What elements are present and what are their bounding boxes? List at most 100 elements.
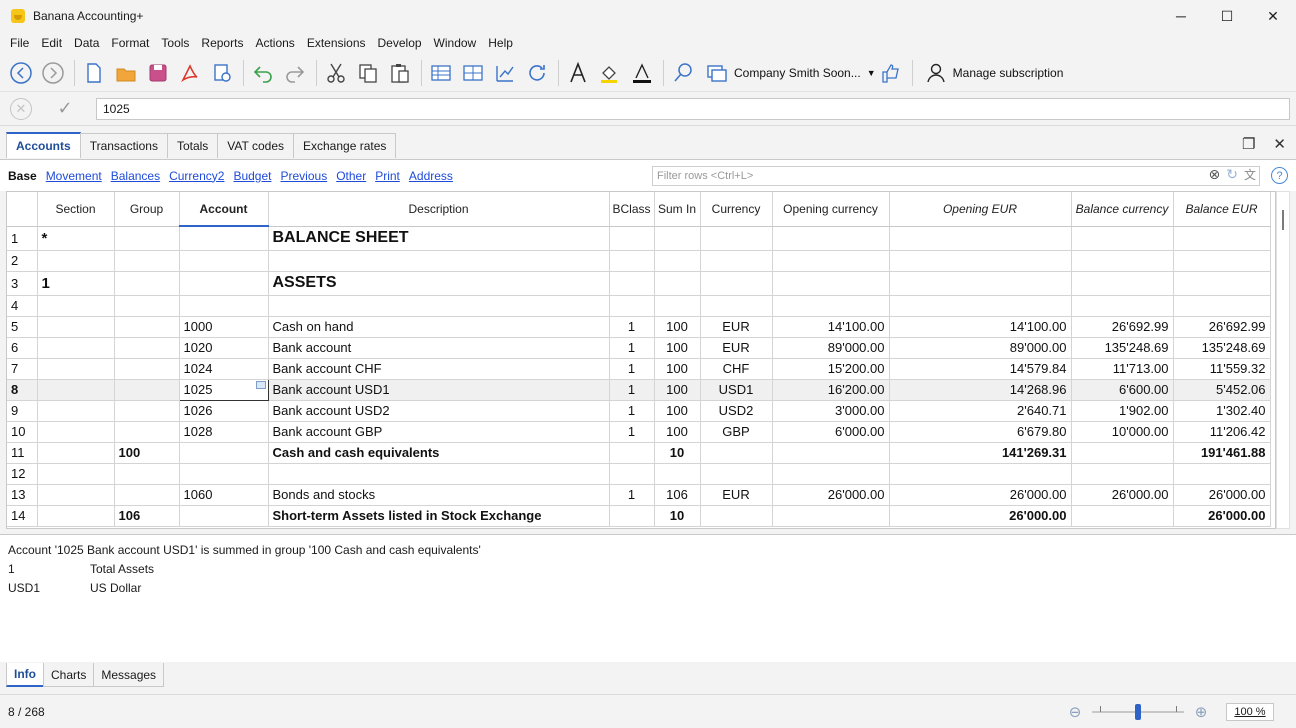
tab-charts[interactable]: Charts <box>43 663 95 687</box>
cell-opening-currency[interactable] <box>772 442 890 464</box>
add-rows-icon[interactable] <box>458 58 488 88</box>
cell-opening-currency[interactable]: 3'000.00 <box>772 400 890 422</box>
forward-icon[interactable] <box>38 58 68 88</box>
view-base[interactable]: Base <box>8 169 37 183</box>
cell-description[interactable]: ASSETS <box>268 271 610 296</box>
cell-opening-eur[interactable] <box>889 250 1072 272</box>
clear-filter-icon[interactable]: ⊗ <box>1209 166 1221 183</box>
cell-balance-eur[interactable]: 11'559.32 <box>1173 358 1271 380</box>
manage-subscription-button[interactable]: Manage subscription <box>921 58 1063 88</box>
undo-icon[interactable] <box>248 58 278 88</box>
cell-currency[interactable]: EUR <box>700 484 773 506</box>
cell-opening-eur[interactable]: 26'000.00 <box>889 505 1072 527</box>
cell-balance-currency[interactable]: 26'692.99 <box>1071 316 1174 338</box>
zoom-in-icon[interactable]: ⊕ <box>1192 703 1210 721</box>
table-row[interactable]: 7 1024 Bank account CHF 1 100 CHF 15'200… <box>7 358 1271 380</box>
cell-section[interactable] <box>37 421 115 443</box>
cell-opening-currency[interactable]: 14'100.00 <box>772 316 890 338</box>
confirm-edit-icon[interactable]: ✓ <box>54 98 76 120</box>
cell-account[interactable] <box>179 295 269 317</box>
tab-vat-codes[interactable]: VAT codes <box>217 133 294 158</box>
close-window-button[interactable]: ✕ <box>1250 0 1296 32</box>
column-header-sum-in[interactable]: Sum In <box>654 192 701 227</box>
cell-sum-in[interactable]: 100 <box>654 358 701 380</box>
cell-description[interactable]: Cash and cash equivalents <box>268 442 610 464</box>
cell-bclass[interactable]: 1 <box>609 421 655 443</box>
cell-balance-eur[interactable]: 135'248.69 <box>1173 337 1271 359</box>
cell-account[interactable]: 1024 <box>179 358 269 380</box>
table-row[interactable]: 12 <box>7 463 1271 485</box>
cell-opening-eur[interactable]: 2'640.71 <box>889 400 1072 422</box>
font-icon[interactable] <box>563 58 593 88</box>
tab-messages[interactable]: Messages <box>93 663 165 687</box>
cell-group[interactable] <box>114 316 180 338</box>
cell-sum-in[interactable] <box>654 463 701 485</box>
paste-icon[interactable] <box>385 58 415 88</box>
view-currency2[interactable]: Currency2 <box>169 169 224 183</box>
cell-section[interactable]: 1 <box>37 271 115 296</box>
recalculate-icon[interactable] <box>522 58 552 88</box>
cell-opening-eur[interactable] <box>889 271 1072 296</box>
cell-opening-eur[interactable]: 26'000.00 <box>889 484 1072 506</box>
table-row[interactable]: 4 <box>7 295 1271 317</box>
cell-balance-currency[interactable]: 11'713.00 <box>1071 358 1174 380</box>
cell-bclass[interactable]: 1 <box>609 337 655 359</box>
view-budget[interactable]: Budget <box>233 169 271 183</box>
cell-balance-eur[interactable] <box>1173 463 1271 485</box>
view-previous[interactable]: Previous <box>281 169 328 183</box>
cell-group[interactable] <box>114 358 180 380</box>
cell-group[interactable] <box>114 337 180 359</box>
scrollbar-thumb[interactable] <box>1282 210 1284 230</box>
cell-account[interactable]: 1020 <box>179 337 269 359</box>
cell-group[interactable] <box>114 379 180 401</box>
cell-opening-eur[interactable]: 14'268.96 <box>889 379 1072 401</box>
font-color-icon[interactable] <box>627 58 657 88</box>
cell-group[interactable] <box>114 484 180 506</box>
cell-description[interactable]: Bank account <box>268 337 610 359</box>
print-preview-icon[interactable] <box>207 58 237 88</box>
cell-balance-eur[interactable] <box>1173 250 1271 272</box>
cell-balance-eur[interactable]: 26'000.00 <box>1173 484 1271 506</box>
cell-description[interactable]: Bank account USD1 <box>268 379 610 401</box>
cell-bclass[interactable] <box>609 250 655 272</box>
vertical-scrollbar[interactable] <box>1276 191 1290 529</box>
cell-section[interactable] <box>37 295 115 317</box>
cell-currency[interactable] <box>700 505 773 527</box>
fill-color-icon[interactable] <box>595 58 625 88</box>
cell-sum-in[interactable] <box>654 295 701 317</box>
save-icon[interactable] <box>143 58 173 88</box>
cell-balance-currency[interactable]: 135'248.69 <box>1071 337 1174 359</box>
cell-group[interactable] <box>114 463 180 485</box>
cell-sum-in[interactable] <box>654 250 701 272</box>
table-row[interactable]: 9 1026 Bank account USD2 1 100 USD2 3'00… <box>7 400 1271 422</box>
table-row-selected[interactable]: 8 1025 Bank account USD1 1 100 USD1 16'2… <box>7 378 1271 401</box>
view-address[interactable]: Address <box>409 169 453 183</box>
cell-section[interactable] <box>37 442 115 464</box>
cell-account[interactable] <box>179 442 269 464</box>
column-header-currency[interactable]: Currency <box>700 192 773 227</box>
company-selector[interactable]: Company Smith Soon... ▼ <box>702 58 876 88</box>
view-movement[interactable]: Movement <box>46 169 102 183</box>
cell-balance-currency[interactable]: 26'000.00 <box>1071 484 1174 506</box>
cell-description[interactable]: Short-term Assets listed in Stock Exchan… <box>268 505 610 527</box>
cut-icon[interactable] <box>321 58 351 88</box>
cell-group[interactable] <box>114 226 180 251</box>
cell-section[interactable] <box>37 463 115 485</box>
refresh-icon[interactable]: ↻ <box>1226 166 1238 183</box>
cell-balance-eur[interactable]: 191'461.88 <box>1173 442 1271 464</box>
cell-bclass[interactable]: 1 <box>609 379 655 401</box>
redo-icon[interactable] <box>280 58 310 88</box>
cell-balance-eur[interactable]: 26'000.00 <box>1173 505 1271 527</box>
cell-opening-currency[interactable] <box>772 250 890 272</box>
cell-group[interactable] <box>114 295 180 317</box>
cell-description[interactable] <box>268 463 610 485</box>
cell-currency[interactable]: USD1 <box>700 379 773 401</box>
cell-account[interactable]: 1060 <box>179 484 269 506</box>
cell-section[interactable] <box>37 400 115 422</box>
cell-balance-eur[interactable]: 5'452.06 <box>1173 379 1271 401</box>
cell-currency[interactable] <box>700 271 773 296</box>
open-folder-icon[interactable] <box>111 58 141 88</box>
menu-file[interactable]: File <box>4 36 35 50</box>
filter-rows-input[interactable]: Filter rows <Ctrl+L> <box>652 166 1260 186</box>
cell-balance-eur[interactable]: 1'302.40 <box>1173 400 1271 422</box>
